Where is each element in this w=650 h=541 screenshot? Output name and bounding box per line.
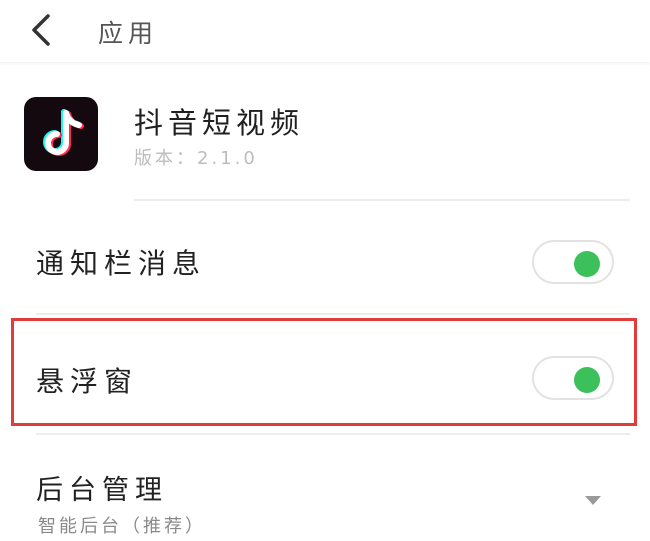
back-button[interactable] [26, 10, 60, 50]
chevron-left-icon [32, 14, 50, 46]
background-management-label: 后台管理 [36, 475, 168, 506]
divider [134, 199, 630, 201]
app-name: 抖音短视频 [134, 106, 305, 140]
notification-toggle[interactable] [532, 240, 614, 284]
top-bar: 应用 [0, 0, 650, 62]
notification-label: 通知栏消息 [36, 247, 207, 280]
floating-window-label: 悬浮窗 [36, 365, 139, 398]
toggle-knob [574, 367, 600, 393]
background-management-value: 智能后台（推荐） [38, 516, 206, 537]
dropdown-arrow-icon[interactable] [585, 496, 601, 505]
divider [36, 313, 630, 315]
floating-window-toggle[interactable] [532, 356, 614, 400]
app-version: 版本：2.1.0 [134, 148, 258, 169]
toggle-knob [574, 251, 600, 277]
divider [36, 433, 630, 435]
page-title: 应用 [98, 19, 159, 48]
tiktok-note-icon [24, 97, 98, 171]
